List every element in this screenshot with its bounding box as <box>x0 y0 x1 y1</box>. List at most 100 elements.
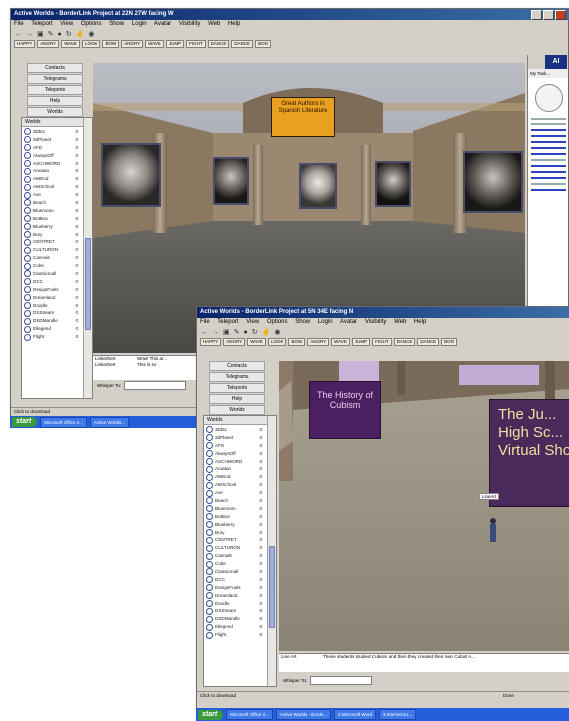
gesture-dance[interactable]: DANCE <box>207 39 230 48</box>
back-arrow-icon[interactable]: ← <box>201 328 208 337</box>
help-button[interactable]: Help <box>27 96 83 106</box>
world-list-item[interactable]: DSStream 0 <box>22 309 82 317</box>
world-list-item[interactable]: BotBox 0 <box>204 513 266 521</box>
gesture-boo[interactable]: BOO <box>255 39 272 48</box>
3d-view-front[interactable]: The History of Cubism The Ju... High Sc.… <box>279 361 569 651</box>
world-list-item[interactable]: AWEnd 0 <box>22 175 82 183</box>
reload-icon[interactable]: ↻ <box>66 30 72 39</box>
teleports-button[interactable]: Teleports <box>209 383 265 393</box>
portrait-5[interactable] <box>463 151 523 213</box>
menu-avatar[interactable]: Avatar <box>154 21 171 27</box>
close-button[interactable] <box>555 10 566 20</box>
gesture-look[interactable]: LOOK <box>81 39 101 48</box>
taskbar-item[interactable]: 3 Internet Ex... <box>379 709 417 720</box>
world-list-item[interactable]: Axe 0 <box>22 191 82 199</box>
teleport-icon[interactable]: ✎ <box>48 30 54 39</box>
worlds-button[interactable]: Worlds <box>209 405 265 415</box>
gesture-bow[interactable]: BOW <box>102 39 120 48</box>
sign-virtual-show[interactable]: The Ju... High Sc... Virtual Show <box>489 399 569 507</box>
world-list-item[interactable]: Classicmall 0 <box>204 568 266 576</box>
sign-great-authors[interactable]: Great Authors in Spanish Literature <box>271 97 335 137</box>
menu-show[interactable]: Show <box>295 319 310 325</box>
taskbar-item[interactable]: Active Worlds... <box>89 416 130 428</box>
menu-file[interactable]: File <box>14 21 24 27</box>
maximize-button[interactable] <box>543 10 554 20</box>
record-icon[interactable]: ● <box>58 30 62 39</box>
gesture-dance-2[interactable]: DANCE <box>417 337 440 346</box>
chat-input[interactable] <box>310 676 373 686</box>
start-button[interactable]: start <box>198 709 224 720</box>
worlds-scrollbar-back[interactable] <box>83 118 92 398</box>
world-list-item[interactable]: Bluemoon 0 <box>22 207 82 215</box>
world-list-item[interactable]: 3Dbtc 0 <box>204 426 266 434</box>
gesture-happy[interactable]: HAPPY <box>200 337 222 346</box>
teleport-icon[interactable]: ✎ <box>234 328 240 337</box>
world-list-item[interactable]: AWSchool 0 <box>22 183 82 191</box>
worlds-header[interactable]: Worlds <box>204 416 269 425</box>
world-list-item[interactable]: 3Dbtc 0 <box>22 128 82 136</box>
worlds-header[interactable]: Worlds <box>22 118 85 127</box>
world-list-item[interactable]: Bury 0 <box>22 231 82 239</box>
menu-options[interactable]: Options <box>81 21 102 27</box>
taskbar-item[interactable]: 3 Microsoft Word <box>334 709 376 720</box>
world-list-item[interactable]: Cube 0 <box>22 262 82 270</box>
world-list-item[interactable]: CENTRET 0 <box>22 238 82 246</box>
gesture-dance[interactable]: DANCE <box>393 337 416 346</box>
menu-show[interactable]: Show <box>109 21 124 27</box>
gesture-angry[interactable]: ANGRY <box>223 337 246 346</box>
menu-teleport[interactable]: Teleport <box>31 21 52 27</box>
world-list-item[interactable]: Beach 0 <box>22 199 82 207</box>
menu-file[interactable]: File <box>200 319 210 325</box>
globe-icon[interactable]: ◉ <box>88 30 94 39</box>
gesture-bow[interactable]: BOW <box>288 337 306 346</box>
minimize-button[interactable] <box>531 10 542 20</box>
gesture-wave[interactable]: WAVE <box>247 337 266 346</box>
gesture-fight[interactable]: FIGHT <box>372 337 392 346</box>
gesture-boo[interactable]: BOO <box>441 337 458 346</box>
menu-login[interactable]: Login <box>132 21 147 27</box>
gesture-fight[interactable]: FIGHT <box>186 39 206 48</box>
world-list-item[interactable]: Cannals 0 <box>22 254 82 262</box>
worlds-scrollbar-front[interactable] <box>267 416 276 686</box>
gesture-jump[interactable]: JUMP <box>351 337 371 346</box>
sign-history-of-cubism[interactable]: The History of Cubism <box>309 381 381 439</box>
gesture-happy[interactable]: HAPPY <box>14 39 36 48</box>
menu-help[interactable]: Help <box>414 319 426 325</box>
world-list-item[interactable]: Cube 0 <box>204 560 266 568</box>
title-bar-back[interactable]: Active Worlds - BorderLink Project at 22… <box>11 9 568 20</box>
world-list-item[interactable]: DSDMandle 0 <box>204 615 266 623</box>
world-list-item[interactable]: Aruatan 0 <box>204 465 266 473</box>
world-list-item[interactable]: DesignFuels 0 <box>22 286 82 294</box>
world-list-item[interactable]: Cannals 0 <box>204 552 266 560</box>
world-list-item[interactable]: AFD 0 <box>22 144 82 152</box>
world-list-item[interactable]: Blueberry 0 <box>22 223 82 231</box>
portrait-1[interactable] <box>101 143 161 207</box>
scroll-thumb[interactable] <box>85 238 91 330</box>
world-list-item[interactable]: Doodle 0 <box>22 302 82 310</box>
gesture-wave-2[interactable]: WAVE <box>145 39 164 48</box>
world-list-item[interactable]: DesignFuels 0 <box>204 584 266 592</box>
gesture-icon[interactable]: ✌ <box>262 328 271 337</box>
world-list-item[interactable]: AWSchool 0 <box>204 481 266 489</box>
world-list-item[interactable]: CULTURON 0 <box>204 544 266 552</box>
world-list-item[interactable]: DSDMandle 0 <box>22 317 82 325</box>
world-list-item[interactable]: Dreamland 0 <box>204 592 266 600</box>
world-list-item[interactable]: DSStream 0 <box>204 607 266 615</box>
world-list-item[interactable]: BotBox 0 <box>22 215 82 223</box>
gesture-angry[interactable]: ANGRY <box>37 39 60 48</box>
world-list-item[interactable]: AWEnd 0 <box>204 473 266 481</box>
contacts-button[interactable]: Contacts <box>27 63 83 73</box>
world-list-item[interactable]: DCC 0 <box>204 576 266 584</box>
camera-icon[interactable]: ▣ <box>37 30 44 39</box>
world-list-item[interactable]: 3dPlanet 0 <box>204 434 266 442</box>
menu-web[interactable]: Web <box>394 319 406 325</box>
world-list-item[interactable]: AlwaysOff 0 <box>22 152 82 160</box>
gesture-angry-2[interactable]: ANGRY <box>307 337 330 346</box>
gesture-jump[interactable]: JUMP <box>165 39 185 48</box>
camera-icon[interactable]: ▣ <box>223 328 230 337</box>
portrait-4[interactable] <box>375 161 411 207</box>
menu-teleport[interactable]: Teleport <box>217 319 238 325</box>
worlds-button[interactable]: Worlds <box>27 107 83 117</box>
menu-visibility[interactable]: Visibility <box>365 319 387 325</box>
world-list-item[interactable]: Axe 0 <box>204 489 266 497</box>
